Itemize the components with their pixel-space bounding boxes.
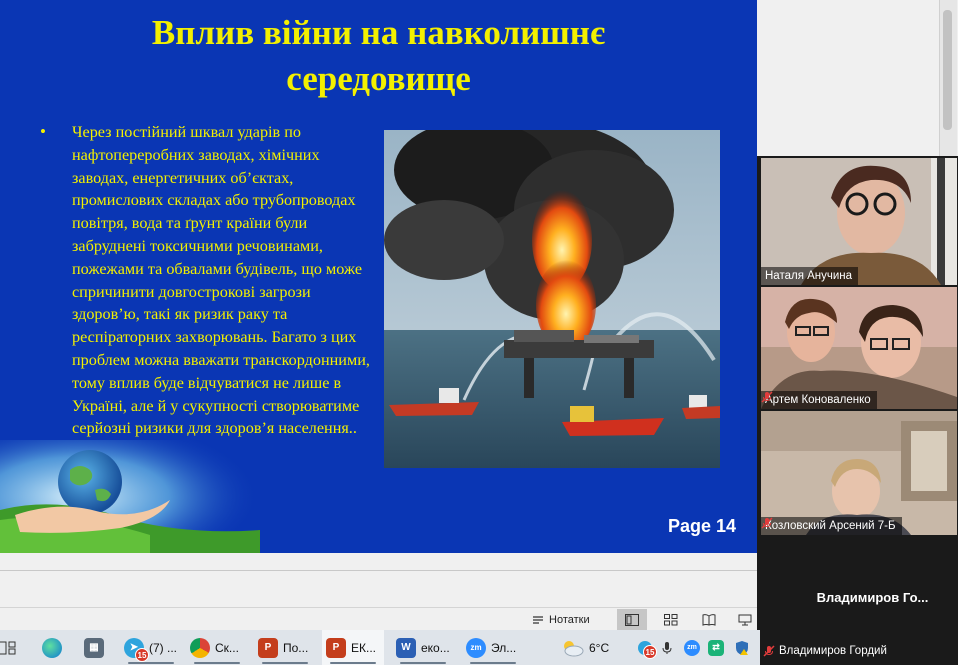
telegram-icon: ➤ 15 (124, 637, 149, 662)
windows-taskbar: ▦ ➤ 15 (7) ... Ск... P По... P ЕК... W ек… (0, 630, 760, 665)
taskbar-label: По... (283, 640, 309, 655)
notes-divider (0, 570, 757, 571)
status-bar: Нотатки (0, 607, 757, 630)
zoom-tray-icon: zm (684, 639, 700, 656)
slideshow-button[interactable] (730, 609, 760, 630)
slide-title: Вплив війни на навколишнє середовище (0, 10, 757, 102)
weather-widget[interactable]: 6°C (560, 630, 624, 665)
taskbar-label: Эл... (491, 640, 517, 655)
taskbar-zoom[interactable]: zm Эл... (462, 630, 524, 665)
notification-badge: 15 (135, 647, 149, 662)
task-view-button[interactable] (0, 630, 20, 665)
notes-icon (533, 615, 543, 624)
taskbar-powerpoint-1[interactable]: P По... (254, 630, 316, 665)
tray-mic[interactable] (662, 630, 678, 665)
edge-button[interactable] (42, 630, 70, 665)
taskbar-chrome[interactable]: Ск... (186, 630, 248, 665)
participant-tile[interactable]: Артем Коноваленко (761, 287, 957, 409)
participant-name-label: Козловский Арсений 7-Б (761, 517, 902, 535)
muted-mic-icon (761, 517, 773, 529)
slide-canvas[interactable]: Вплив війни на навколишнє середовище • Ч… (0, 0, 757, 553)
muted-mic-icon (761, 391, 773, 403)
taskbar-word[interactable]: W еко... (392, 630, 454, 665)
participant-name-label: Наталя Анучина (761, 267, 859, 285)
app-tray-icon: ⇄ (708, 639, 724, 656)
telegram-tray-icon: 15 (638, 640, 657, 659)
reading-view-button[interactable] (694, 609, 724, 630)
presenter-icon (738, 614, 752, 625)
book-icon (702, 613, 716, 626)
bullet-marker: • (40, 122, 46, 141)
slide-body-text: Через постійний шквал ударів по нафтопер… (72, 123, 370, 438)
notes-pane[interactable] (0, 553, 757, 607)
participant-name: Владимиров Гордий (779, 645, 887, 657)
video-off-participant-name[interactable]: Владимиров Го... (757, 590, 958, 605)
calculator-button[interactable]: ▦ (84, 630, 110, 665)
participant-tile[interactable]: Наталя Анучина (761, 158, 957, 285)
participant-name-label: Артем Коноваленко (761, 391, 877, 409)
participant-name: Козловский Арсений 7-Б (765, 520, 896, 532)
tray-app[interactable]: ⇄ (708, 630, 728, 665)
microphone-icon (662, 641, 672, 654)
participant-name-label: Владимиров Гордий (763, 642, 887, 660)
normal-view-icon (625, 613, 639, 626)
powerpoint-icon: P (258, 637, 278, 658)
tray-zoom[interactable]: zm (684, 630, 704, 665)
word-icon: W (396, 637, 416, 658)
notes-button[interactable]: Нотатки (532, 610, 590, 629)
slide-title-line2: середовище (286, 59, 471, 98)
calculator-icon: ▦ (84, 637, 104, 658)
burning-oil-platform-image (384, 130, 720, 468)
tray-notification[interactable]: 15 (638, 630, 658, 665)
participant-tile[interactable]: Козловский Арсений 7-Б (761, 411, 957, 535)
weather-temperature: 6°C (589, 640, 610, 655)
muted-mic-icon (763, 645, 775, 657)
zoom-participants-panel: Наталя Анучина Артем Коноваленко Козловс… (757, 156, 958, 665)
taskbar-label: ЕК... (351, 640, 376, 655)
zoom-icon: zm (466, 637, 486, 658)
page-number: Page 14 (668, 516, 737, 536)
editor-right-area (757, 0, 958, 156)
grid-view-icon (664, 613, 678, 625)
taskbar-label: (7) ... (149, 640, 178, 655)
tray-security[interactable] (734, 630, 756, 665)
normal-view-button[interactable] (617, 609, 647, 630)
task-view-icon (0, 641, 16, 654)
taskbar-powerpoint-2[interactable]: P ЕК... (322, 630, 384, 665)
participant-video (761, 158, 957, 285)
chrome-icon (190, 637, 210, 658)
scrollbar-thumb[interactable] (943, 10, 952, 130)
defender-warning-icon (736, 640, 748, 655)
taskbar-telegram[interactable]: ➤ 15 (7) ... (120, 630, 182, 665)
participant-name: Артем Коноваленко (765, 394, 871, 406)
edge-icon (42, 637, 62, 658)
globe-hand-decoration (0, 440, 260, 553)
slide-sorter-button[interactable] (656, 609, 686, 630)
notes-label: Нотатки (549, 613, 590, 626)
powerpoint-icon: P (326, 637, 346, 658)
notification-badge: 15 (643, 644, 657, 659)
participant-name: Наталя Анучина (765, 270, 853, 282)
taskbar-label: еко... (421, 640, 450, 655)
cloud-sun-icon (564, 640, 584, 656)
slide-title-line1: Вплив війни на навколишнє (151, 13, 606, 52)
taskbar-label: Ск... (215, 640, 239, 655)
